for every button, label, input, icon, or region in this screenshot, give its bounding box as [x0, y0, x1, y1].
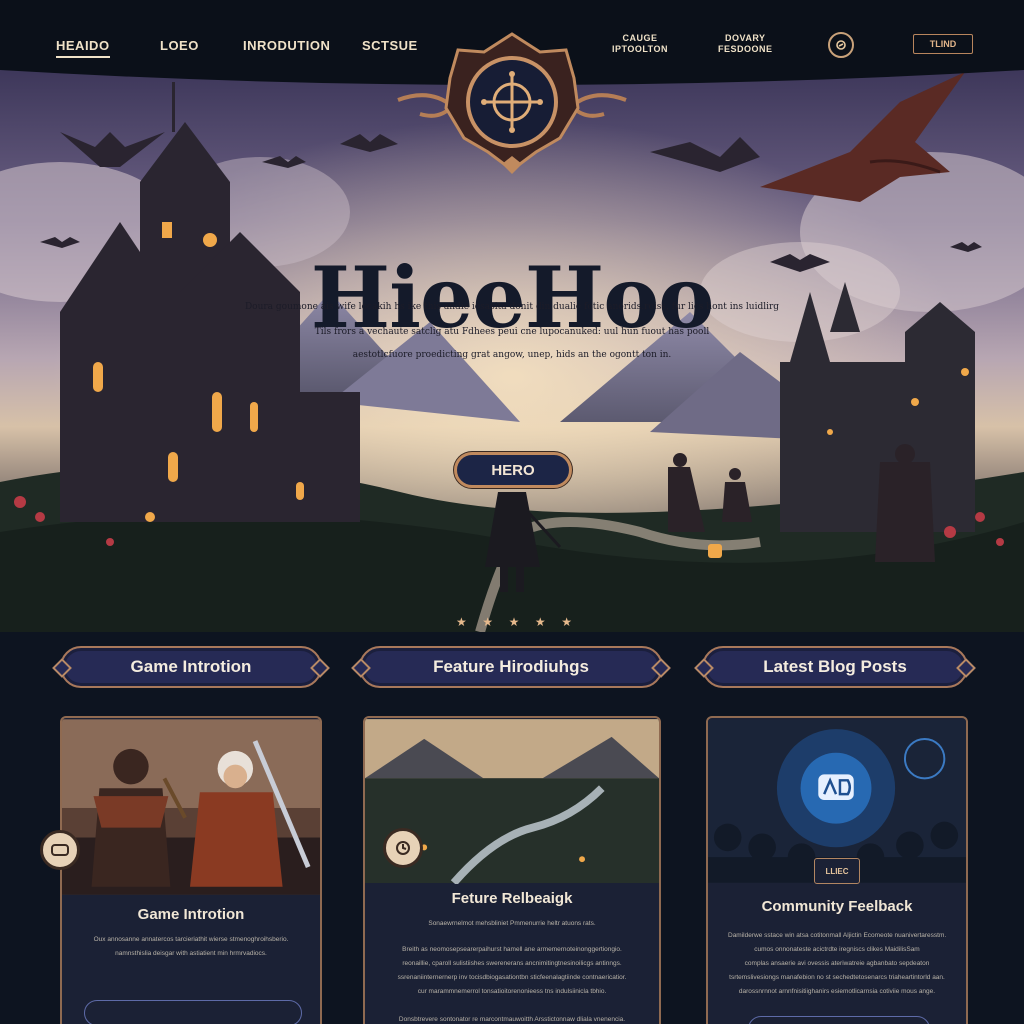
card-text-line-1: Oux annosanne annatercos tarcieriathit w… — [93, 936, 289, 943]
profile-glyph-icon — [836, 40, 846, 50]
card-action-bar[interactable] — [748, 1016, 930, 1024]
card-title: Community Feelback — [761, 898, 913, 915]
nav-item-introduction[interactable]: INRODUTION — [243, 38, 330, 53]
section-pill-features[interactable]: Feature Hirodiuhgs — [359, 646, 663, 688]
hero-text-line-2: Tils frors a vechaute satclig atu Fdhees… — [314, 327, 710, 337]
hero-text-line-1: Doura goumone ais wife locakih hs ike th… — [244, 302, 780, 312]
card-text-line-6: Donsbtrevere sontonator re marcontmauwoi… — [398, 1016, 626, 1023]
hero-text-line-3: aestotlcfuore proedicting grat angow, un… — [352, 350, 672, 360]
card-text-line-5: darossnrnnot arnnfnisitiighanirs esiemot… — [738, 988, 936, 995]
star-icon: ★ — [456, 615, 467, 629]
card-text-line-2: Breith as neomosepsearerpaihurst hamell … — [402, 946, 622, 953]
gamepad-icon — [51, 844, 69, 856]
section-pill-blog-posts[interactable]: Latest Blog Posts — [702, 646, 968, 688]
clock-icon — [396, 841, 410, 855]
card-title: Feture Relbeaigk — [451, 890, 573, 907]
nav-item-discovery-line1: DOVARY — [725, 33, 766, 43]
card-heroes-image — [62, 719, 320, 895]
star-icon: ★ — [561, 615, 572, 629]
card-text-line-1: Sonaewrnelmot mehsbliniet Pmmenurrie hel… — [428, 920, 596, 927]
card-text-line-3: reonaillie, cparoll sulistiishes swerene… — [402, 960, 622, 967]
card-text-line-2: namnsthislia deisgar with astiatient min… — [115, 950, 267, 957]
card-badge-game-icon[interactable] — [40, 830, 80, 870]
card-text-line-3: complas ansaerie avi ovessis ateriwatrei… — [744, 960, 930, 967]
compass-emblem-icon[interactable] — [390, 28, 634, 178]
card-action-bar[interactable] — [84, 1000, 302, 1024]
card-feature-release[interactable]: Feture Relbeaigk Sonaewrnelmot mehsblini… — [363, 716, 661, 1024]
card-community-feedback[interactable]: LLIEC Community Feelback Damilderwe ssta… — [706, 716, 968, 1024]
rating-stars: ★ ★ ★ ★ ★ — [456, 615, 572, 629]
card-text-line-5: cur marammnemerrol tonsatioitorenonieess… — [417, 988, 607, 995]
card-tag: LLIEC — [814, 858, 860, 884]
profile-icon[interactable] — [828, 32, 854, 58]
nav-item-discovery-line2: FESDOONE — [718, 44, 773, 54]
nav-item-discovery[interactable]: DOVARY FESDOONE — [718, 33, 773, 55]
card-text-line-1: Damilderwe sstace win atsa cotitonmall A… — [728, 932, 946, 939]
section-pill-game-introduction[interactable]: Game Introtion — [60, 646, 322, 688]
nav-item-logo[interactable]: LOEO — [160, 38, 199, 53]
card-title: Game Introtion — [137, 906, 245, 923]
card-game-introduction[interactable]: Game Introtion Oux annosanne annatercos … — [60, 716, 322, 1024]
card-text-line-4: ssrenaniinternernerp inv tocisdbiogasati… — [397, 974, 627, 981]
star-icon: ★ — [534, 615, 546, 629]
star-icon: ★ — [508, 615, 520, 629]
nav-item-home[interactable]: HEAIDO — [56, 38, 110, 58]
hero-button[interactable]: HERO — [454, 452, 572, 488]
star-icon: ★ — [482, 615, 494, 629]
nav-box-button[interactable]: TLIND — [913, 34, 973, 54]
card-text-line-4: tsrtemslivesiongs manafebion no st seche… — [729, 974, 945, 981]
card-text-line-2: cumos onnonateste acictrdte iregniscs cl… — [754, 946, 920, 953]
card-badge-clock-icon[interactable] — [383, 828, 423, 868]
